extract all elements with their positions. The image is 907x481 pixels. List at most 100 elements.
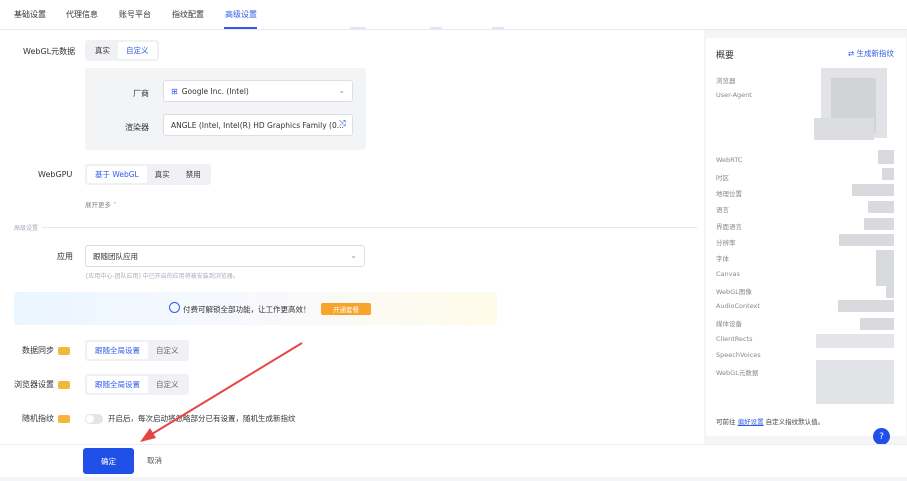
data-sync-label-text: 数据同步 [22,346,54,355]
app-value: 跟随团队应用 [93,251,138,261]
webgl-meta-switch: 真实 自定义 [85,40,159,61]
browser-settings-custom[interactable]: 自定义 [148,376,187,393]
vendor-select[interactable]: ⊞ Google Inc. (Intel) ⌄ [163,80,353,102]
random-fp-toggle[interactable] [85,414,103,424]
shuffle-icon[interactable]: ⤨ [339,119,346,129]
summary-row: 浏览器 [716,77,736,85]
summary-row: WebRTC [716,156,743,164]
redacted-value [864,218,894,230]
tab-proxy[interactable]: 代理信息 [66,9,98,20]
confirm-button[interactable]: 确定 [83,448,134,474]
summary-panel: 概要 ⇄ 生成新指纹 浏览器 User-Agent WebRTC 时区 地理位置… [706,38,906,436]
random-fp-label: 随机指纹 [22,413,70,424]
summary-footer-pre: 可前往 [716,418,736,426]
support-chat-icon[interactable]: ? [873,428,890,445]
generate-fingerprint-button[interactable]: ⇄ 生成新指纹 [848,48,894,59]
main-panel: WebGL元数据 真实 自定义 厂商 ⊞ Google Inc. (Intel)… [0,30,704,450]
summary-row: 界面语言 [716,223,742,231]
redacted-value [876,250,894,286]
browser-settings-label: 浏览器设置 [14,379,70,390]
redacted-value [814,118,874,140]
tab-decor [492,27,504,29]
redacted-value [838,300,894,312]
summary-row: 时区 [716,174,729,182]
expand-more-link[interactable]: 展开更多 ˅ [85,199,116,209]
webgpu-label: WebGPU [38,170,73,179]
webgl-meta-custom[interactable]: 自定义 [118,42,157,59]
chevron-down-icon: ⌄ [350,251,357,260]
advanced-section-title: 高级设置 [14,225,39,232]
redacted-value [816,334,894,348]
tab-decor [350,27,366,29]
tab-decor [430,27,442,29]
summary-row: Canvas [716,270,740,278]
windows-icon: ⊞ [171,86,178,96]
cancel-button[interactable]: 取消 [147,455,162,466]
summary-row: User-Agent [716,91,752,99]
generate-fingerprint-label: 生成新指纹 [856,49,895,58]
top-tab-bar: 基础设置 代理信息 账号平台 指纹配置 高级设置 [0,0,907,30]
app-label: 应用 [57,252,73,261]
crown-icon [58,346,70,355]
section-divider [42,227,697,228]
renderer-select[interactable]: ANGLE (Intel, Intel(R) HD Graphics Famil… [163,114,353,136]
app-root: 基础设置 代理信息 账号平台 指纹配置 高级设置 WebGL元数据 真实 自定义… [0,0,907,481]
renderer-value: ANGLE (Intel, Intel(R) HD Graphics Famil… [171,120,344,130]
webgpu-switch: 基于 WebGL 真实 禁用 [85,164,211,185]
renderer-label: 渲染器 [125,123,149,132]
footer-bar: 确定 取消 [0,444,907,477]
active-tab-indicator [224,27,257,29]
webgpu-real[interactable]: 真实 [147,166,178,183]
redacted-value [868,201,894,213]
app-select[interactable]: 跟随团队应用 ⌄ [85,245,365,267]
summary-row: WebGL图像 [716,288,752,296]
summary-row: 媒体设备 [716,320,742,328]
data-sync-switch: 跟随全局设置 自定义 [85,340,189,361]
redacted-value [882,168,894,180]
random-fp-desc: 开启后，每次启动将忽略部分已有设置，随机生成新指纹 [108,414,296,423]
redacted-value [878,150,894,164]
tab-fingerprint[interactable]: 指纹配置 [172,9,204,20]
crown-icon [58,414,70,423]
summary-row: ClientRects [716,335,753,343]
webgpu-disabled[interactable]: 禁用 [178,166,209,183]
summary-row: 分辨率 [716,239,736,247]
redacted-value [852,184,894,196]
preferences-link[interactable]: 偏好设置 [738,418,764,426]
open-plan-button[interactable]: 开通套餐 [321,303,371,315]
vendor-label: 厂商 [133,89,149,98]
data-sync-label: 数据同步 [22,345,70,356]
summary-footer: 可前往 偏好设置 自定义指纹默认值。 [716,416,824,426]
random-fp-label-text: 随机指纹 [22,414,54,423]
app-hint: [应用中心-团队应用] 中已开启的应用将被安装到浏览器。 [86,273,239,280]
summary-row: 语言 [716,206,729,214]
summary-row: 字体 [716,255,729,263]
summary-footer-post: 自定义指纹默认值。 [765,418,825,426]
browser-settings-follow-global[interactable]: 跟随全局设置 [87,376,148,393]
tab-basic[interactable]: 基础设置 [14,9,46,20]
redacted-value [860,318,894,330]
redacted-value [886,286,894,298]
data-sync-custom[interactable]: 自定义 [148,342,187,359]
summary-row: AudioContext [716,302,760,310]
redacted-value [839,234,894,246]
summary-row: WebGL元数据 [716,369,759,377]
chevron-down-icon: ⌄ [338,86,345,95]
browser-settings-switch: 跟随全局设置 自定义 [85,374,189,395]
vendor-value: Google Inc. (Intel) [181,86,249,96]
browser-settings-label-text: 浏览器设置 [14,380,54,389]
webgl-meta-custom-box: 厂商 ⊞ Google Inc. (Intel) ⌄ 渲染器 ANGLE (In… [85,68,366,150]
tab-advanced[interactable]: 高级设置 [225,9,257,20]
promo-banner: 付费可解锁全部功能，让工作更高效！ 开通套餐 [14,292,497,325]
summary-title: 概要 [716,51,735,61]
redacted-value [816,360,894,404]
webgl-meta-real[interactable]: 真实 [87,42,118,59]
webgpu-webgl[interactable]: 基于 WebGL [87,166,147,183]
shield-icon [169,302,180,313]
summary-row: 地理位置 [716,190,742,198]
promo-text: 付费可解锁全部功能，让工作更高效！ [183,305,311,314]
tab-accounts[interactable]: 账号平台 [119,9,151,20]
crown-icon [58,380,70,389]
webgl-meta-label: WebGL元数据 [23,47,76,56]
data-sync-follow-global[interactable]: 跟随全局设置 [87,342,148,359]
